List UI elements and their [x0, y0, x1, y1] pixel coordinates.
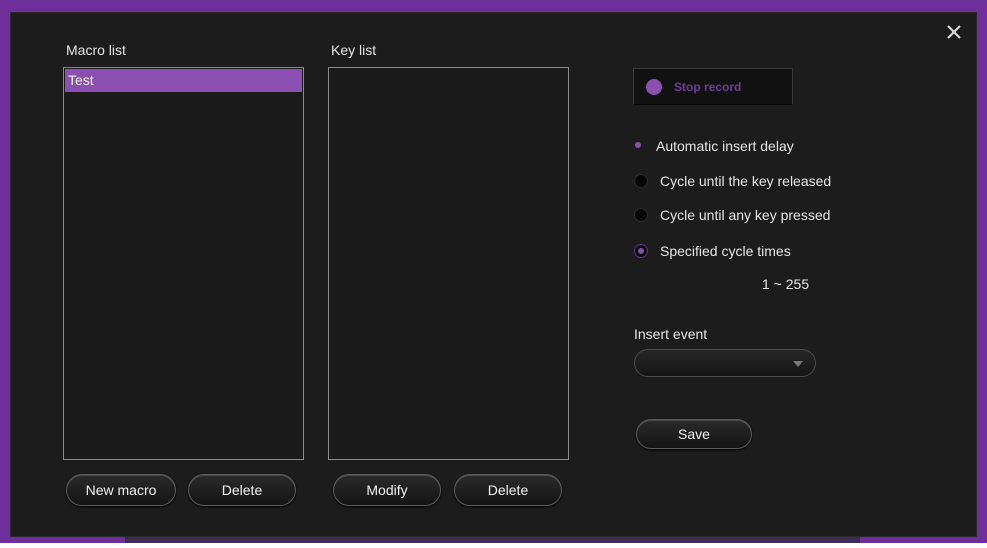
- option-label: Automatic insert delay: [656, 138, 794, 154]
- stop-record-label: Stop record: [674, 79, 742, 94]
- stop-record-button[interactable]: Stop record: [633, 68, 793, 105]
- specified-cycle-radio[interactable]: [634, 244, 648, 258]
- delete-macro-button[interactable]: Delete: [188, 474, 296, 506]
- option-label: Cycle until the key released: [660, 173, 832, 189]
- delete-key-button[interactable]: Delete: [454, 474, 562, 506]
- option-automatic-insert-delay[interactable]: Automatic insert delay: [634, 136, 794, 156]
- save-button[interactable]: Save: [636, 419, 752, 449]
- macro-list-item[interactable]: Test: [65, 69, 302, 92]
- cycle-key-released-radio[interactable]: [634, 174, 648, 188]
- close-button[interactable]: [944, 22, 964, 42]
- option-label: Cycle until any key pressed: [660, 207, 831, 223]
- option-cycle-until-key-released[interactable]: Cycle until the key released: [634, 171, 831, 191]
- record-dot-icon: [646, 78, 662, 95]
- new-macro-button[interactable]: New macro: [66, 474, 176, 506]
- cycle-any-key-radio[interactable]: [634, 208, 648, 222]
- chevron-down-icon: [793, 361, 803, 367]
- macro-list[interactable]: Test: [63, 67, 304, 460]
- option-label: Specified cycle times: [660, 243, 791, 259]
- option-specified-cycle-times[interactable]: Specified cycle times: [634, 241, 791, 261]
- option-cycle-until-any-key-pressed[interactable]: Cycle until any key pressed: [634, 205, 830, 225]
- cycle-range-text: 1 ~ 255: [762, 276, 810, 292]
- key-list[interactable]: [328, 67, 569, 460]
- key-list-title: Key list: [331, 42, 377, 58]
- macro-list-title: Macro list: [66, 42, 126, 58]
- modify-key-button[interactable]: Modify: [333, 474, 441, 506]
- bottom-edge-bar: [125, 537, 860, 543]
- auto-delay-checkbox[interactable]: [634, 141, 644, 151]
- close-icon: [947, 25, 961, 39]
- insert-event-title: Insert event: [634, 326, 708, 342]
- insert-event-dropdown[interactable]: [634, 349, 816, 377]
